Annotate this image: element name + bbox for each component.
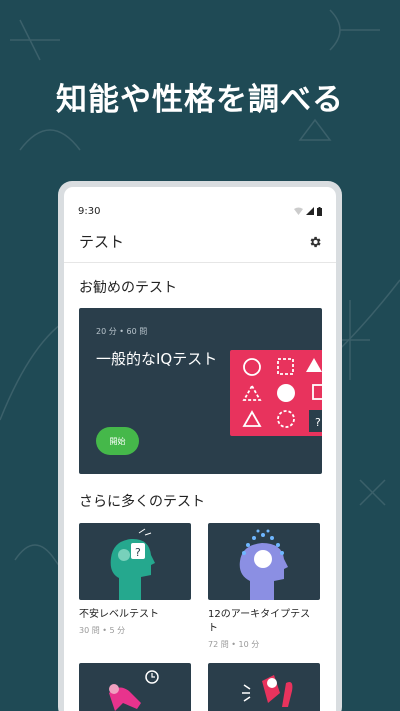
- wifi-icon: [294, 207, 303, 215]
- svg-text:?: ?: [315, 416, 321, 429]
- anxious-head-icon: ?: [110, 528, 155, 600]
- promo-headline: 知能や性格を調べる: [56, 82, 344, 118]
- signal-icon: [306, 207, 314, 215]
- archetype-head-icon: [239, 529, 288, 600]
- test-card-relax[interactable]: [79, 663, 191, 711]
- app-screen: 9:30 テスト お勧めのテスト 20 分 • 60 問 一般的なIQテスト 開…: [64, 187, 336, 711]
- relaxed-person-icon: [109, 670, 159, 711]
- phone-frame: 9:30 テスト お勧めのテスト 20 分 • 60 問 一般的なIQテスト 開…: [58, 181, 342, 711]
- featured-test-meta: 20 分 • 60 問: [96, 327, 148, 336]
- svg-text:?: ?: [135, 546, 141, 559]
- battery-icon: [317, 206, 322, 216]
- test-card-archetype[interactable]: 12のアーキタイプテスト 72 問 • 10 分: [208, 523, 320, 650]
- featured-test-title: 一般的なIQテスト: [96, 350, 218, 368]
- test-card-title: 12のアーキタイプテスト: [208, 609, 311, 634]
- status-icons: [294, 206, 322, 216]
- card-image: [79, 663, 191, 711]
- test-card-meta: 30 問 • 5 分: [79, 626, 126, 635]
- status-bar: 9:30: [64, 187, 336, 221]
- app-bar: テスト: [64, 221, 336, 263]
- conflict-person-icon: [242, 675, 293, 707]
- card-image: ?: [79, 523, 191, 600]
- test-card-title: 不安レベルテスト: [79, 609, 159, 620]
- test-card-anxiety[interactable]: ? 不安レベルテスト 30 問 • 5 分: [79, 523, 191, 650]
- card-image: [208, 523, 320, 600]
- card-image: [208, 663, 320, 711]
- featured-test-card[interactable]: 20 分 • 60 問 一般的なIQテスト 開始 ?: [79, 308, 322, 474]
- status-time: 9:30: [78, 205, 101, 217]
- test-card-meta: 72 問 • 10 分: [208, 640, 260, 649]
- app-bar-title: テスト: [79, 233, 125, 251]
- more-tests-section-title: さらに多くのテスト: [79, 494, 205, 510]
- recommended-section-title: お勧めのテスト: [79, 280, 177, 296]
- iq-shapes-illustration: ?: [230, 350, 322, 436]
- start-button[interactable]: 開始: [96, 427, 139, 455]
- test-card-conflict[interactable]: [208, 663, 320, 711]
- gear-icon[interactable]: [308, 235, 322, 249]
